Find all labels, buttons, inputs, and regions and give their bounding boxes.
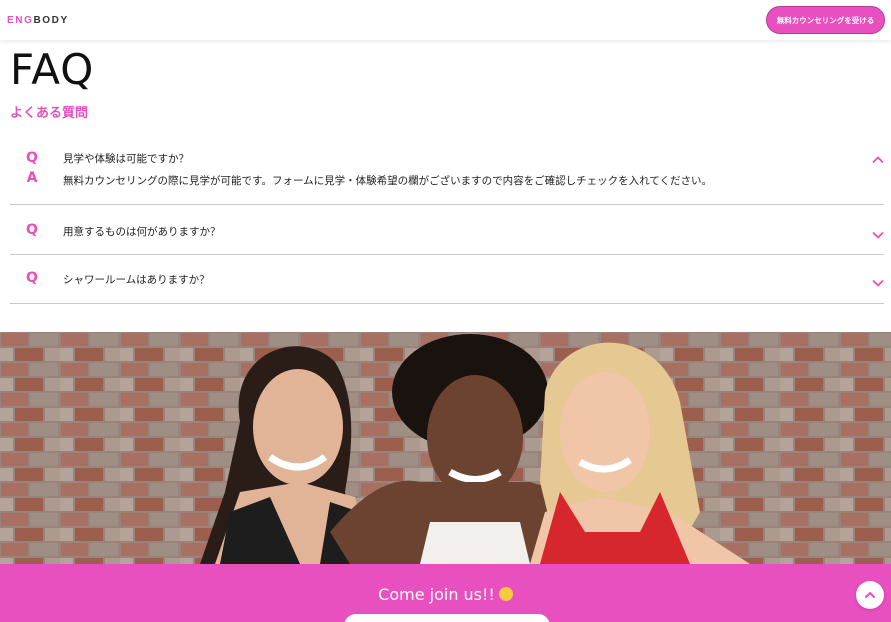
question-mark-icon: Q xyxy=(26,222,38,238)
logo-accent: ENG xyxy=(7,14,34,26)
scroll-to-top-button[interactable] xyxy=(856,581,884,609)
faq-question: シャワールームはありますか？ xyxy=(63,274,210,286)
chevron-down-icon[interactable] xyxy=(872,277,884,289)
free-counseling-button[interactable]: 無料カウンセリングを受ける xyxy=(766,6,885,34)
page-title: FAQ xyxy=(10,45,95,94)
logo[interactable]: ENGBODY xyxy=(7,15,69,26)
question-mark-icon: Q xyxy=(26,150,38,166)
logo-text: BODY xyxy=(33,14,69,26)
chevron-down-icon[interactable] xyxy=(872,229,884,241)
faq-answer: 無料カウンセリングの際に見学が可能です。フォームに見学・体験希望の欄がございます… xyxy=(63,175,713,187)
join-heading: Come join us!! xyxy=(0,585,891,604)
faq-question: 見学や体験は可能ですか？ xyxy=(63,153,189,165)
faq-list: Q 見学や体験は可能ですか？ A 無料カウンセリングの際に見学が可能です。フォー… xyxy=(10,139,884,304)
answer-mark-icon: A xyxy=(26,170,38,186)
hero-photo-illustration xyxy=(0,332,891,564)
hero-photo xyxy=(0,332,891,564)
page-subtitle: よくある質問 xyxy=(10,106,89,121)
faq-item[interactable]: Q 用意するものは何がありますか？ xyxy=(10,205,884,255)
join-text: Come join us!! xyxy=(378,585,495,604)
smile-emoji-icon xyxy=(498,587,513,601)
chevron-up-icon[interactable] xyxy=(872,154,884,166)
question-mark-icon: Q xyxy=(26,270,38,286)
faq-question: 用意するものは何がありますか？ xyxy=(63,226,221,238)
site-header: ENGBODY 無料カウンセリングを受ける xyxy=(0,0,891,40)
faq-item[interactable]: Q 見学や体験は可能ですか？ A 無料カウンセリングの際に見学が可能です。フォー… xyxy=(10,139,884,205)
chevron-up-icon xyxy=(865,592,875,598)
faq-item[interactable]: Q シャワールームはありますか？ xyxy=(10,255,884,304)
join-button[interactable] xyxy=(344,614,550,622)
